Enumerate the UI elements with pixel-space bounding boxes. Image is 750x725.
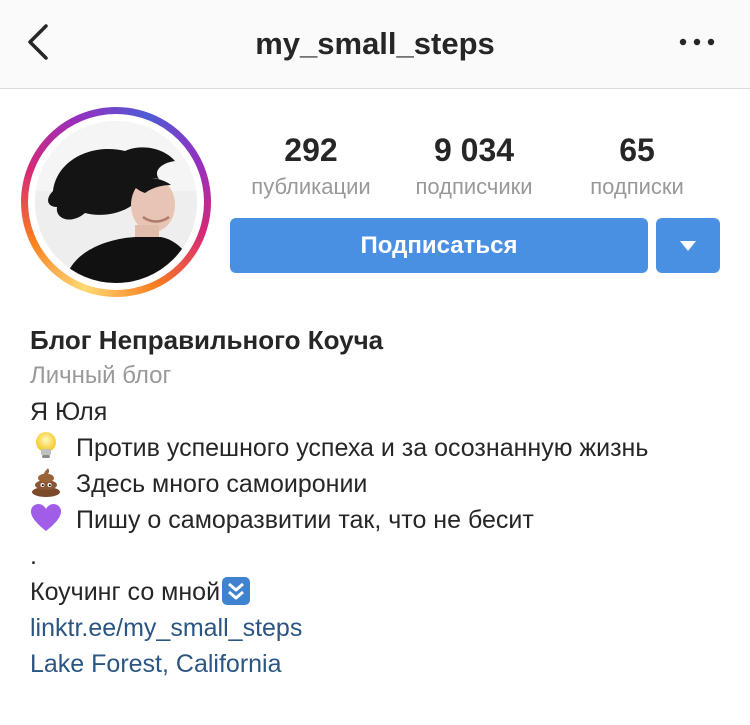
double-down-arrow-icon [222, 577, 251, 605]
avatar[interactable] [35, 121, 197, 283]
more-options-button[interactable] [674, 34, 720, 50]
caret-down-icon [680, 240, 696, 251]
bio-line: Я Юля [30, 398, 108, 426]
posts-count: 292 [284, 132, 338, 168]
bio-website-link[interactable]: linktr.ee/my_small_steps [30, 610, 730, 646]
more-horizontal-icon [679, 38, 715, 46]
following-label: подписки [590, 174, 684, 199]
profile-category: Личный блог [30, 362, 172, 389]
profile-bio: Блог Неправильного Коуча Личный блог Я Ю… [30, 322, 730, 682]
posts-label: публикации [251, 174, 371, 199]
followers-count: 9 034 [433, 132, 515, 168]
bio-line: Коучинг со мной [30, 574, 730, 610]
suggested-accounts-button[interactable] [656, 218, 720, 273]
profile-username: my_small_steps [255, 26, 495, 61]
light-bulb-icon [30, 431, 62, 461]
following-count: 65 [619, 132, 655, 168]
bio-line: Здесь много самоиронии [30, 466, 730, 502]
pile-of-poo-icon [30, 467, 62, 497]
follow-button[interactable]: Подписаться [230, 218, 648, 273]
followers-label: подписчики [415, 174, 533, 199]
bio-line: . [30, 542, 37, 570]
bio-line: Пишу о саморазвитии так, что не бесит [30, 502, 730, 538]
top-navigation-bar: my_small_steps [0, 0, 750, 89]
bio-line: Против успешного успеха и за осознанную … [30, 430, 730, 466]
story-ring[interactable] [21, 107, 211, 297]
purple-heart-icon [30, 503, 62, 533]
stat-followers[interactable]: 9 034 подписчики [396, 132, 552, 200]
location-link[interactable]: Lake Forest, California [30, 646, 730, 682]
profile-full-name: Блог Неправильного Коуча [30, 325, 384, 355]
profile-photo [35, 121, 197, 283]
stat-following[interactable]: 65 подписки [574, 132, 700, 200]
stat-posts[interactable]: 292 публикации [236, 132, 386, 200]
